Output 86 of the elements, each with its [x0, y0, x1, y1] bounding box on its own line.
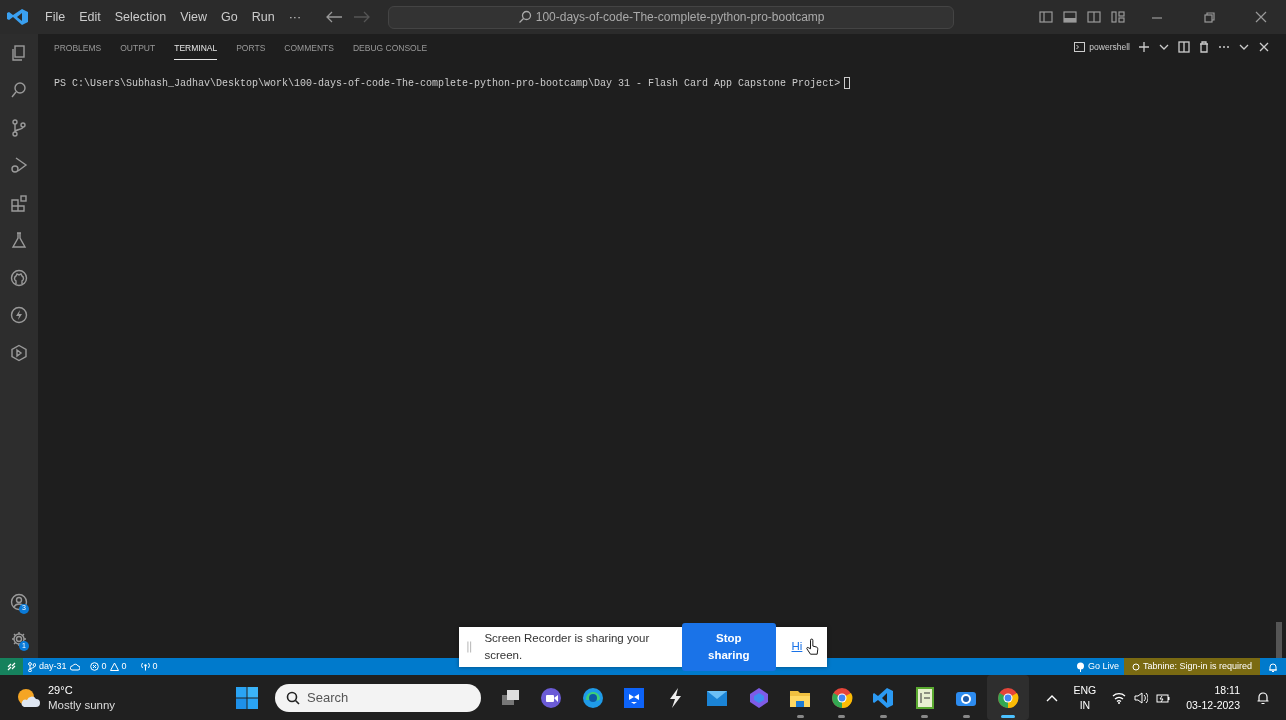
weather-text: Mostly sunny — [48, 697, 116, 713]
sharing-message: Screen Recorder is sharing your screen. — [484, 630, 651, 663]
menu-item[interactable]: File — [38, 7, 73, 27]
video-chat-icon[interactable] — [540, 686, 563, 709]
broadcast-icon — [1075, 661, 1085, 672]
restore-icon[interactable] — [1203, 11, 1215, 23]
search-icon — [286, 690, 300, 705]
sync-cloud-icon — [69, 662, 80, 671]
toggle-sidebar-icon[interactable] — [1039, 10, 1053, 24]
terminal-prompt: PS C:\Users\Subhash_Jadhav\Desktop\work\100-days-of-code-The-complete-python-pro-bootcamp\Day 31 - Flash Card App Capstone Project> — [54, 76, 841, 91]
browser-icon[interactable] — [581, 686, 604, 709]
wifi-icon[interactable] — [1112, 691, 1127, 704]
panel-tab[interactable]: PORTS — [236, 34, 266, 60]
search-icon[interactable] — [10, 81, 28, 100]
running-indicator — [879, 715, 887, 718]
battery-icon[interactable] — [1156, 691, 1171, 704]
extensions-icon[interactable] — [10, 193, 28, 212]
menu-item[interactable]: Go — [214, 7, 245, 27]
scrollbar — [1276, 622, 1282, 658]
error-icon — [89, 662, 99, 671]
ribbon-icon[interactable] — [747, 686, 770, 709]
command-center[interactable]: 100-days-of-code-The-complete-python-pro-bootcamp — [388, 5, 955, 29]
search-icon — [517, 10, 532, 24]
terminal-icon — [1074, 41, 1086, 52]
tabnine-status[interactable]: Tabnine: Sign-in is required — [1123, 658, 1260, 675]
language-indicator[interactable]: ENG IN — [1073, 682, 1097, 713]
drag-handle-icon — [467, 640, 473, 654]
chevron-up-icon[interactable] — [1045, 693, 1058, 702]
menu-item[interactable]: Run — [244, 7, 282, 27]
browser-icon[interactable] — [830, 686, 853, 709]
menu-item[interactable]: Edit — [72, 7, 108, 27]
panel-tab[interactable]: PROBLEMS — [54, 34, 102, 60]
browser-icon[interactable] — [996, 686, 1019, 709]
warning-icon — [109, 662, 119, 671]
code-editor-icon[interactable] — [872, 686, 895, 709]
branch-status[interactable]: day-31 — [23, 658, 85, 675]
antenna-icon — [140, 662, 150, 671]
box-icon[interactable] — [623, 686, 646, 709]
run-debug-icon[interactable] — [10, 156, 28, 175]
notification-bell-icon[interactable] — [1256, 690, 1270, 705]
hexagon-icon[interactable] — [10, 343, 28, 362]
branch-icon[interactable] — [10, 118, 28, 137]
running-indicator — [838, 715, 845, 718]
running-indicator — [921, 715, 928, 718]
hide-link[interactable]: Hi — [791, 638, 803, 656]
toggle-secondary-sidebar-icon[interactable] — [1087, 10, 1101, 24]
remote-icon — [7, 662, 16, 671]
toggle-panel-icon[interactable] — [1063, 10, 1077, 24]
running-indicator — [796, 715, 804, 718]
layout-icon[interactable] — [1111, 10, 1125, 24]
go-live-button[interactable]: Go Live — [1070, 658, 1124, 675]
remote-button[interactable] — [0, 658, 23, 675]
panel-tab[interactable]: COMMENTS — [284, 34, 334, 60]
running-indicator — [962, 715, 970, 718]
problems-status[interactable]: 0 0 — [84, 658, 132, 675]
terminal-profile[interactable]: powershell — [1074, 40, 1130, 54]
trash-icon[interactable] — [1198, 40, 1210, 53]
temperature-text: 29°C — [48, 682, 74, 698]
github-icon[interactable] — [10, 268, 28, 287]
account-icon[interactable] — [10, 592, 28, 611]
back-arrow-icon[interactable] — [324, 10, 345, 24]
split-icon[interactable] — [1178, 40, 1190, 53]
close-icon[interactable] — [1258, 40, 1270, 53]
running-indicator — [1001, 715, 1015, 718]
volume-icon[interactable] — [1134, 691, 1149, 704]
stop-sharing-button[interactable]: Stop sharing — [682, 622, 776, 672]
weather-icon — [16, 686, 40, 709]
panel-tab[interactable]: TERMINAL — [174, 34, 218, 60]
ports-status[interactable]: 0 — [135, 658, 163, 675]
cursor-icon — [806, 638, 819, 656]
start-icon[interactable] — [235, 685, 259, 710]
menu-item[interactable]: Selection — [107, 7, 174, 27]
branch-icon — [28, 661, 36, 672]
search-field[interactable]: Search — [275, 683, 481, 712]
files-icon[interactable] — [10, 43, 28, 62]
text-cursor — [844, 77, 851, 90]
panel-tab[interactable]: OUTPUT — [120, 34, 156, 60]
plus-icon[interactable] — [1138, 40, 1150, 53]
circle-icon — [1131, 662, 1140, 671]
panel-tab[interactable]: DEBUG CONSOLE — [352, 34, 428, 60]
menu-item[interactable]: ··· — [281, 7, 309, 27]
close-icon[interactable] — [1255, 11, 1267, 23]
notepad-icon[interactable] — [913, 686, 936, 709]
flask-icon[interactable] — [10, 231, 28, 250]
menu-item[interactable]: View — [173, 7, 214, 27]
clock[interactable]: 18:11 03-12-2023 — [1186, 682, 1240, 713]
